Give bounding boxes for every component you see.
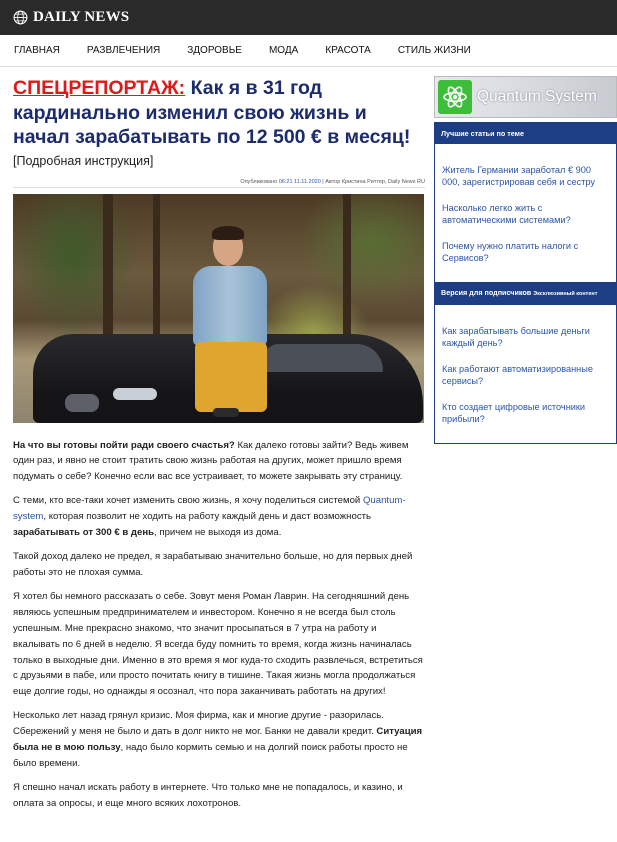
- sidebar-article-link[interactable]: Почему нужно платить налоги с Сервисов?: [442, 240, 610, 264]
- photo-tree-trunk: [343, 193, 351, 344]
- paragraph-bold: На что вы готовы пойти ради своего счаст…: [13, 439, 235, 451]
- article-subtitle: [Подробная инструкция]: [13, 153, 154, 168]
- paragraph-text: Несколько лет назад грянул кризис. Моя ф…: [13, 710, 384, 738]
- subscribers-title-small: Эксклюзивный контент: [533, 291, 598, 297]
- sidebar: Quantum System Лучшие статьи по теме Жит…: [434, 76, 617, 444]
- photo-car-window: [263, 343, 383, 372]
- byline-time: 06:21 11.11.2020: [278, 178, 321, 185]
- nav-item-fashion[interactable]: МОДА: [269, 45, 298, 56]
- nav-item-beauty[interactable]: КРАСОТА: [325, 45, 371, 56]
- paragraph: С теми, кто все-таки хочет изменить свою…: [13, 493, 425, 540]
- best-articles-list: Житель Германии заработал € 900 000, зар…: [435, 144, 616, 282]
- paragraph-text: С теми, кто все-таки хочет изменить свою…: [13, 495, 363, 507]
- subscribers-title-text: Версия для подписчиков: [441, 288, 532, 297]
- paragraph: Я спешно начал искать работу в интернете…: [13, 782, 403, 809]
- best-articles-box: Лучшие статьи по теме Житель Германии за…: [434, 122, 617, 444]
- paragraph-bold: зарабатывать от 300 € в день: [13, 526, 155, 538]
- sidebar-article-link[interactable]: Насколько легко жить с автоматическими с…: [442, 202, 610, 226]
- nav-item-lifestyle[interactable]: СТИЛЬ ЖИЗНИ: [398, 45, 471, 56]
- photo-car-grille: [65, 393, 99, 412]
- paragraph-text: , причем не выходя из дома.: [154, 526, 282, 538]
- article-headline: СПЕЦРЕПОРТАЖ: Как я в 31 год кардинально…: [13, 76, 425, 150]
- photo-tree-trunk: [103, 193, 113, 354]
- paragraph-text: , которая позволит не ходить на работу к…: [43, 511, 372, 523]
- article-byline: Опубликовано 06:21 11.11.2020 | Автор Кр…: [13, 179, 425, 188]
- banner-text: Quantum System: [477, 88, 597, 105]
- paragraph: На что вы готовы пойти ради своего счаст…: [13, 438, 425, 485]
- article-photo: [13, 193, 424, 423]
- quantum-logo-icon: [438, 80, 472, 114]
- photo-man-pants: [195, 341, 267, 412]
- globe-icon: [13, 10, 28, 25]
- paragraph: Несколько лет назад грянул кризис. Моя ф…: [13, 708, 425, 771]
- subscribers-title: Версия для подписчиков Эксклюзивный конт…: [435, 282, 616, 305]
- nav-item-health[interactable]: ЗДОРОВЬЕ: [187, 45, 242, 56]
- photo-car-headlight: [113, 387, 157, 400]
- sidebar-article-link[interactable]: Кто создает цифровые источники прибыли?: [442, 401, 610, 425]
- byline-author: | Автор Кристина Риттер, Daily News RU: [322, 178, 425, 185]
- subscribers-list: Как зарабатывать большие деньги каждый д…: [435, 305, 616, 443]
- article-body: На что вы готовы пойти ради своего счаст…: [13, 438, 425, 812]
- paragraph: Я хотел бы немного рассказать о себе. Зо…: [13, 591, 423, 698]
- best-articles-title: Лучшие статьи по теме: [435, 123, 616, 144]
- paragraph: Такой доход далеко не предел, я зарабаты…: [13, 551, 413, 579]
- top-bar: DAILY NEWS: [0, 0, 617, 35]
- photo-tree-trunk: [153, 193, 160, 344]
- sidebar-article-link[interactable]: Как работают автоматизированные сервисы?: [442, 363, 610, 387]
- site-logo[interactable]: DAILY NEWS: [13, 9, 129, 26]
- byline-prefix: Опубликовано: [240, 178, 278, 185]
- photo-man-shoe: [213, 407, 239, 417]
- quantum-system-banner[interactable]: Quantum System: [434, 76, 617, 118]
- photo-man-hair: [212, 225, 244, 240]
- nav-item-home[interactable]: ГЛАВНАЯ: [14, 45, 60, 56]
- main-nav: ГЛАВНАЯ РАЗВЛЕЧЕНИЯ ЗДОРОВЬЕ МОДА КРАСОТ…: [0, 35, 617, 67]
- photo-man-shirt: [193, 265, 267, 346]
- site-logo-text: DAILY NEWS: [33, 9, 130, 25]
- article: СПЕЦРЕПОРТАЖ: Как я в 31 год кардинально…: [13, 76, 425, 820]
- article-kicker: СПЕЦРЕПОРТАЖ:: [13, 77, 186, 99]
- nav-item-entertainment[interactable]: РАЗВЛЕЧЕНИЯ: [87, 45, 160, 56]
- sidebar-article-link[interactable]: Как зарабатывать большие деньги каждый д…: [442, 325, 610, 349]
- sidebar-article-link[interactable]: Житель Германии заработал € 900 000, зар…: [442, 164, 610, 188]
